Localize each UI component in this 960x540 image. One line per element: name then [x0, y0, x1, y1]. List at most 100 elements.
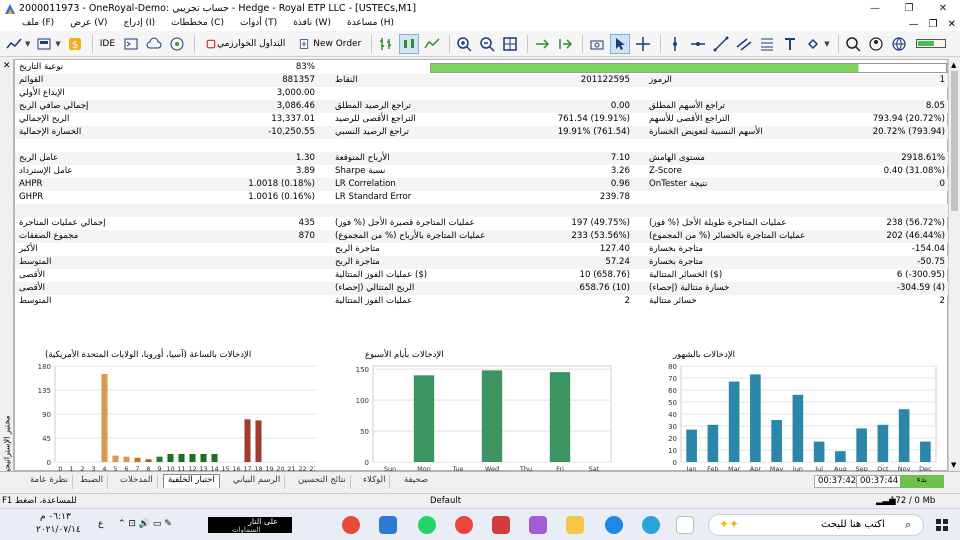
- sub-restore-button[interactable]: ❐: [929, 19, 938, 30]
- cursor-icon[interactable]: [610, 33, 631, 54]
- auto-scroll-icon[interactable]: [532, 34, 552, 54]
- tab-agents[interactable]: الوكلاء: [359, 475, 391, 489]
- terminal-icon[interactable]: [121, 34, 141, 54]
- report-label: تراجع الرصيد النسبي: [335, 127, 410, 137]
- report-value: 238 (56.72%): [886, 218, 945, 228]
- ide-button[interactable]: IDE: [97, 34, 118, 54]
- minimize-button[interactable]: —: [858, 0, 892, 17]
- menu-view[interactable]: عرض (V): [62, 18, 115, 28]
- close-icon[interactable]: ✕: [3, 61, 11, 71]
- report-row: الخسارة الإجمالية -10,250.55 تراجع الرصيد …: [15, 126, 949, 139]
- windows-start-icon[interactable]: [936, 519, 948, 531]
- tab-settings[interactable]: الضبط: [76, 475, 108, 489]
- language-indicator[interactable]: ع: [98, 519, 103, 529]
- trendline-icon[interactable]: [711, 34, 731, 54]
- chevron-down-icon[interactable]: ▼: [25, 40, 30, 48]
- file-explorer-icon[interactable]: [566, 516, 584, 534]
- crosshair-icon[interactable]: [633, 34, 653, 54]
- menu-help[interactable]: مساعدة (H): [339, 18, 402, 28]
- y-tick-label: 0: [365, 459, 369, 467]
- metatrader-icon[interactable]: [379, 516, 397, 534]
- whatsapp-icon[interactable]: [418, 516, 436, 534]
- report-label: الأقصى: [19, 283, 46, 293]
- sub-close-button[interactable]: ✕: [948, 19, 956, 30]
- templates-icon[interactable]: [34, 34, 54, 54]
- tray-icons[interactable]: ⌃ ⊡ 🔊 ▭ ✎: [118, 519, 172, 529]
- chrome-icon[interactable]: [455, 516, 473, 534]
- shapes-icon[interactable]: [803, 34, 823, 54]
- bar: [413, 375, 435, 462]
- vertical-scrollbar[interactable]: ▲ ▼: [948, 59, 960, 471]
- text-icon[interactable]: [780, 34, 800, 54]
- app-icon[interactable]: [676, 516, 694, 534]
- copilot-icon[interactable]: [529, 516, 547, 534]
- scroll-up-icon[interactable]: ▲: [951, 61, 956, 69]
- tab-inputs[interactable]: المدخلات: [116, 475, 158, 489]
- office-icon[interactable]: [492, 516, 510, 534]
- scroll-thumb[interactable]: [951, 71, 958, 211]
- vertical-line-icon[interactable]: [665, 34, 685, 54]
- dollar-icon[interactable]: $: [65, 34, 85, 54]
- channel-icon[interactable]: [734, 34, 754, 54]
- new-order-button[interactable]: New Order: [295, 34, 364, 54]
- clock-time[interactable]: ٠٦:١٣ م: [40, 512, 71, 522]
- start-button[interactable]: بدء: [900, 475, 944, 488]
- report-value: 3,086.46: [276, 101, 315, 111]
- menu-insert[interactable]: إدراج (I): [115, 18, 163, 28]
- edge-icon[interactable]: [605, 516, 623, 534]
- cloud-icon[interactable]: [144, 34, 164, 54]
- report-label: القوائم: [19, 75, 44, 85]
- account-icon[interactable]: [866, 34, 886, 54]
- tab-overview[interactable]: نظرة عامة: [26, 475, 73, 489]
- tab-backtest[interactable]: اختبار الخلفية: [163, 474, 220, 488]
- candles-icon[interactable]: [399, 33, 420, 54]
- chevron-down-icon[interactable]: ▼: [824, 40, 829, 48]
- restore-button[interactable]: ❐: [892, 0, 926, 17]
- report-label: الربح الإجمالي: [19, 114, 70, 124]
- menu-file[interactable]: ملف (F): [14, 18, 62, 28]
- chart-type-icon[interactable]: [4, 34, 24, 54]
- report-label: النقاط: [335, 75, 358, 85]
- close-button[interactable]: ✕: [926, 0, 960, 17]
- y-tick-label: 100: [356, 397, 369, 405]
- tab-journal[interactable]: صحيفة: [400, 475, 432, 489]
- tile-windows-icon[interactable]: [500, 34, 520, 54]
- report-value: 202 (46.44%): [886, 231, 945, 241]
- report-row: القوائم 881357 النقاط 201122595 الرموز 1: [15, 74, 949, 87]
- community-icon[interactable]: [889, 34, 909, 54]
- clock-date[interactable]: ٢٠٢١/٠٧/١٤: [36, 525, 81, 535]
- bar: [255, 420, 262, 462]
- sub-minimize-button[interactable]: —: [909, 19, 919, 30]
- report-value: 761.54 (19.91%): [557, 114, 630, 124]
- chart-shift-icon[interactable]: [555, 34, 575, 54]
- fibonacci-icon[interactable]: [757, 34, 777, 54]
- history-quality-value: 83%: [295, 62, 315, 72]
- menu-window[interactable]: نافذة (W): [285, 18, 339, 28]
- menu-charts[interactable]: مخططات (C): [163, 18, 232, 28]
- report-label: عامل الإسترداد: [19, 166, 73, 176]
- report-value: 0.00: [610, 101, 630, 111]
- weather-text: على النار: [248, 517, 279, 526]
- weather-widget[interactable]: على النار السماوات: [208, 517, 292, 534]
- search-placeholder: اكتب هنا للبحث: [821, 519, 885, 530]
- zoom-in-icon[interactable]: [454, 34, 474, 54]
- chevron-down-icon[interactable]: ▼: [55, 40, 60, 48]
- zoom-out-icon[interactable]: [477, 34, 497, 54]
- tab-graph[interactable]: الرسم البياني: [229, 475, 286, 489]
- report-row: إجمالي عمليات المتاجرة 435 عمليات المتاجرة…: [15, 217, 949, 230]
- bar-chart-icon[interactable]: [376, 34, 396, 54]
- scroll-down-icon[interactable]: ▼: [951, 461, 956, 469]
- screenshot-icon[interactable]: [587, 34, 607, 54]
- y-tick-label: 60: [668, 387, 677, 395]
- app-chrome-dev-icon[interactable]: [342, 516, 360, 534]
- line-chart-icon[interactable]: [422, 34, 442, 54]
- search-icon[interactable]: [843, 34, 863, 54]
- horizontal-line-icon[interactable]: [688, 34, 708, 54]
- tab-optimization[interactable]: نتائج التحسين: [294, 475, 351, 489]
- algo-trading-button[interactable]: التداول الخوارزمي: [199, 34, 292, 54]
- telegram-icon[interactable]: [642, 516, 660, 534]
- taskbar-search-input[interactable]: ✦✦ اكتب هنا للبحث ⌕: [708, 514, 924, 536]
- signals-icon[interactable]: [167, 34, 187, 54]
- menu-tools[interactable]: أدوات (T): [232, 18, 285, 28]
- report-label: خسائر متتالية: [649, 296, 697, 306]
